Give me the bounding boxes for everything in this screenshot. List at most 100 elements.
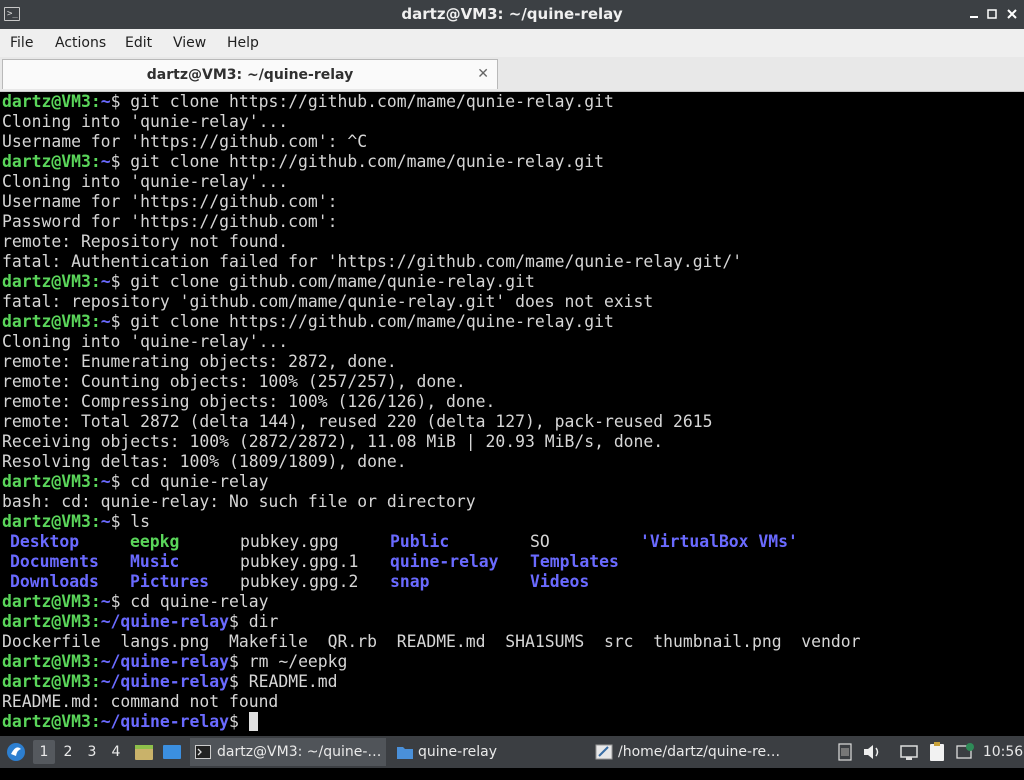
ls-output-row: Downloads Pictures pubkey.gpg.2 snap Videos bbox=[0, 572, 1024, 592]
menu-file[interactable]: File bbox=[10, 29, 33, 57]
prompt-symbol: $ bbox=[110, 512, 121, 531]
network-icon[interactable] bbox=[898, 736, 920, 768]
prompt-colon: : bbox=[90, 92, 101, 111]
task-text-editor-label: /home/dartz/quine-re… bbox=[618, 744, 781, 760]
output-line: Password for 'https://github.com': bbox=[2, 212, 338, 231]
ls-file: SO bbox=[530, 532, 550, 551]
prompt-colon: : bbox=[90, 472, 101, 491]
output-line: remote: Compressing objects: 100% (126/1… bbox=[2, 392, 496, 411]
close-icon[interactable] bbox=[1004, 6, 1020, 22]
output-line: README.md: command not found bbox=[2, 692, 279, 711]
minimize-icon[interactable] bbox=[966, 6, 982, 22]
desktop-4[interactable]: 4 bbox=[105, 740, 127, 764]
prompt-line: dartz@VM3:~$ git clone github.com/mame/q… bbox=[2, 272, 535, 292]
file-manager-launcher-icon[interactable] bbox=[133, 736, 155, 768]
output-line: Receiving objects: 100% (2872/2872), 11.… bbox=[2, 432, 664, 451]
folder-icon bbox=[397, 747, 413, 759]
prompt-colon: : bbox=[90, 712, 101, 731]
tab-close-icon[interactable]: ✕ bbox=[477, 65, 489, 83]
clipboard-icon[interactable] bbox=[926, 736, 948, 768]
ls-output-row: Documents Music pubkey.gpg.1 quine-relay Tem… bbox=[0, 552, 1024, 572]
prompt-line: dartz@VM3:~$ git clone https://github.co… bbox=[2, 312, 614, 332]
prompt-path: ~/quine-relay bbox=[100, 672, 229, 691]
prompt-path: ~ bbox=[100, 592, 111, 611]
command-text: git clone http://github.com/mame/qunie-r… bbox=[120, 152, 604, 171]
prompt-path: ~/quine-relay bbox=[100, 712, 229, 731]
prompt-colon: : bbox=[90, 312, 101, 331]
task-file-manager-label: quine-relay bbox=[418, 744, 498, 760]
show-desktop-icon[interactable] bbox=[161, 736, 183, 768]
output-line: Username for 'https://github.com': bbox=[2, 192, 338, 211]
task-terminal[interactable]: dartz@VM3: ~/quine-… bbox=[190, 738, 386, 766]
menu-help[interactable]: Help bbox=[227, 29, 259, 57]
prompt-symbol: $ bbox=[110, 92, 121, 111]
prompt-path: ~ bbox=[100, 152, 111, 171]
prompt-symbol: $ bbox=[110, 592, 121, 611]
taskbar: 1 2 3 4 dartz@VM3: ~/quine-… quine-relay… bbox=[0, 736, 1024, 768]
command-text: git clone https://github.com/mame/quine-… bbox=[120, 312, 614, 331]
ls-file: pubkey.gpg.1 bbox=[240, 552, 359, 571]
output-line: fatal: Authentication failed for 'https:… bbox=[2, 252, 743, 271]
task-text-editor[interactable]: /home/dartz/quine-re… bbox=[592, 738, 788, 766]
desktop-3[interactable]: 3 bbox=[81, 740, 103, 764]
prompt-colon: : bbox=[90, 152, 101, 171]
volume-icon[interactable] bbox=[861, 736, 883, 768]
prompt-colon: : bbox=[90, 272, 101, 291]
prompt-symbol: $ bbox=[110, 312, 121, 331]
menu-edit[interactable]: Edit bbox=[125, 29, 152, 57]
prompt-path: ~ bbox=[100, 472, 111, 491]
desktop-2[interactable]: 2 bbox=[57, 740, 79, 764]
start-menu-icon[interactable] bbox=[4, 736, 28, 768]
ls-directory: Downloads bbox=[10, 572, 99, 591]
prompt-line: dartz@VM3:~/quine-relay$ dir bbox=[2, 612, 278, 632]
output-line: remote: Repository not found. bbox=[2, 232, 289, 251]
menu-bar: File Actions Edit View Help bbox=[0, 29, 1024, 57]
terminal-icon bbox=[195, 745, 211, 759]
command-text: ls bbox=[120, 512, 151, 531]
window-titlebar[interactable]: >_ dartz@VM3: ~/quine-relay bbox=[0, 0, 1024, 29]
terminal-tab[interactable]: dartz@VM3: ~/quine-relay ✕ bbox=[2, 59, 498, 89]
tab-bar: dartz@VM3: ~/quine-relay ✕ bbox=[0, 57, 1024, 92]
command-text bbox=[239, 712, 249, 731]
prompt-line: dartz@VM3:~$ git clone https://github.co… bbox=[2, 92, 614, 112]
output-line: Dockerfile langs.png Makefile QR.rb READ… bbox=[2, 632, 861, 651]
menu-view[interactable]: View bbox=[173, 29, 206, 57]
desktop-1[interactable]: 1 bbox=[33, 740, 55, 764]
output-line: Username for 'https://github.com': ^C bbox=[2, 132, 368, 151]
tab-label: dartz@VM3: ~/quine-relay bbox=[146, 67, 354, 83]
prompt-user: dartz@VM3 bbox=[2, 152, 91, 171]
prompt-line: dartz@VM3:~/quine-relay$ bbox=[2, 712, 258, 732]
prompt-line: dartz@VM3:~/quine-relay$ README.md bbox=[2, 672, 338, 692]
prompt-path: ~ bbox=[100, 512, 111, 531]
prompt-path: ~ bbox=[100, 272, 111, 291]
ls-directory: quine-relay bbox=[390, 552, 499, 571]
prompt-line: dartz@VM3:~$ ls bbox=[2, 512, 150, 532]
terminal-output[interactable]: dartz@VM3:~$ git clone https://github.co… bbox=[0, 92, 1024, 736]
output-line: fatal: repository 'github.com/mame/qunie… bbox=[2, 292, 654, 311]
command-text: cd qunie-relay bbox=[120, 472, 269, 491]
prompt-user: dartz@VM3 bbox=[2, 652, 91, 671]
ls-directory: Videos bbox=[530, 572, 590, 591]
prompt-user: dartz@VM3 bbox=[2, 92, 91, 111]
maximize-icon[interactable] bbox=[984, 6, 1000, 22]
prompt-line: dartz@VM3:~/quine-relay$ rm ~/eepkg bbox=[2, 652, 347, 672]
ls-directory: Music bbox=[130, 552, 180, 571]
prompt-colon: : bbox=[90, 592, 101, 611]
prompt-symbol: $ bbox=[110, 152, 121, 171]
menu-actions[interactable]: Actions bbox=[55, 29, 106, 57]
command-text: cd quine-relay bbox=[120, 592, 269, 611]
task-file-manager[interactable]: quine-relay bbox=[392, 738, 588, 766]
update-icon[interactable] bbox=[954, 736, 976, 768]
text-cursor bbox=[248, 712, 258, 731]
prompt-user: dartz@VM3 bbox=[2, 312, 91, 331]
prompt-path: ~/quine-relay bbox=[100, 612, 229, 631]
notification-icon[interactable] bbox=[836, 736, 854, 768]
ls-directory: 'VirtualBox VMs' bbox=[640, 532, 798, 551]
command-text: dir bbox=[238, 612, 279, 631]
prompt-symbol: $ bbox=[228, 612, 239, 631]
command-text: git clone github.com/mame/qunie-relay.gi… bbox=[120, 272, 535, 291]
terminal-scrollbar[interactable] bbox=[1020, 92, 1024, 736]
clock[interactable]: 10:56 bbox=[982, 736, 1024, 768]
prompt-symbol: $ bbox=[110, 272, 121, 291]
ls-directory: Documents bbox=[10, 552, 99, 571]
